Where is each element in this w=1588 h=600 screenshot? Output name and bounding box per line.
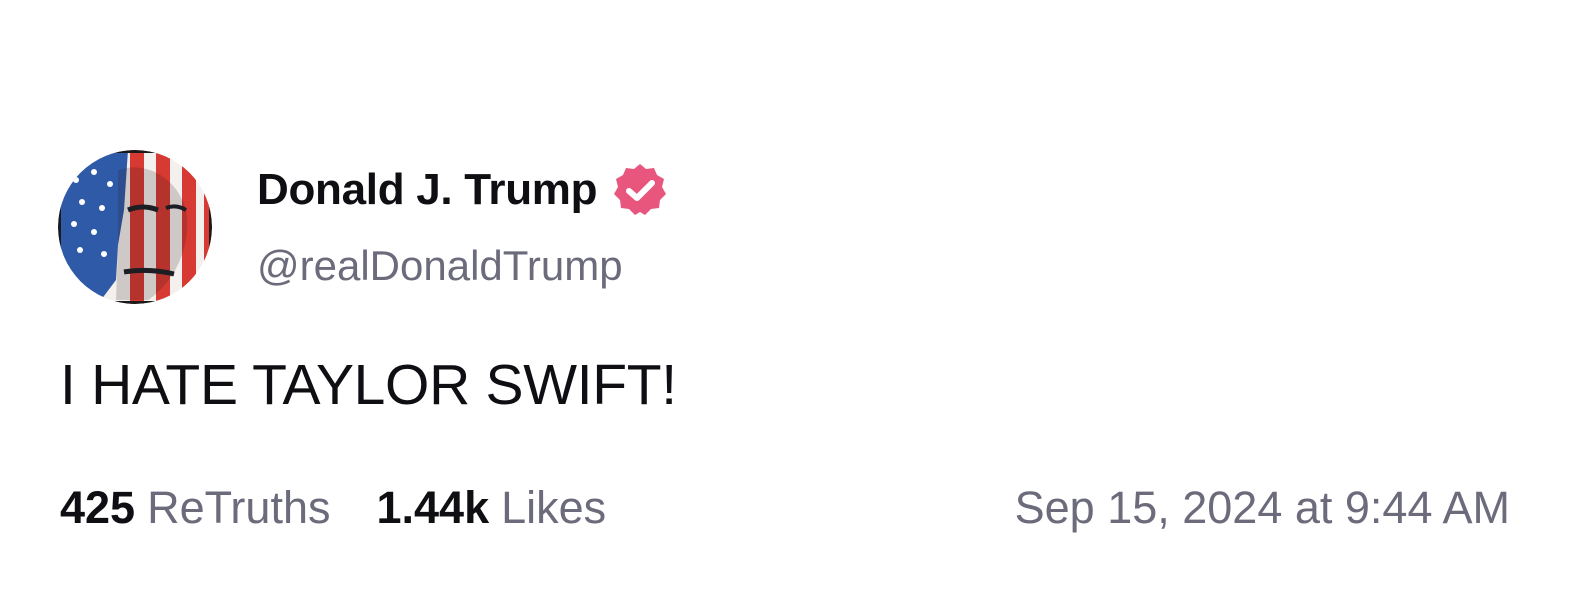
- post-text: I HATE TAYLOR SWIFT!: [60, 353, 677, 417]
- author-block: Donald J. Trump @realDonaldTrump: [257, 162, 669, 290]
- likes-stat[interactable]: 1.44k Likes: [376, 482, 606, 534]
- verified-badge-icon: [611, 161, 669, 219]
- avatar-image: [58, 150, 212, 304]
- retruths-stat[interactable]: 425 ReTruths: [60, 482, 330, 534]
- post-timestamp[interactable]: Sep 15, 2024 at 9:44 AM: [1015, 482, 1510, 534]
- author-display-name[interactable]: Donald J. Trump: [257, 165, 598, 215]
- likes-label: Likes: [501, 482, 607, 533]
- avatar[interactable]: [58, 150, 212, 304]
- retruths-label: ReTruths: [147, 482, 331, 533]
- truth-post: Donald J. Trump @realDonaldTrump I HATE …: [0, 0, 1588, 600]
- author-handle[interactable]: @realDonaldTrump: [257, 242, 669, 290]
- retruths-count: 425: [60, 482, 136, 533]
- post-footer: 425 ReTruths 1.44k Likes Sep 15, 2024 at…: [60, 478, 1510, 538]
- author-name-row: Donald J. Trump: [257, 162, 669, 218]
- likes-count: 1.44k: [376, 482, 490, 533]
